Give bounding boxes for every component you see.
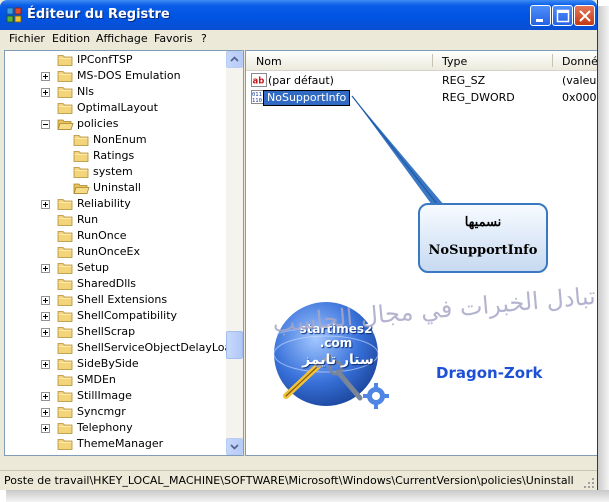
logo-arabic-text: ستار تايمز	[302, 352, 374, 368]
callout-english-text: NoSupportInfo	[428, 243, 538, 258]
annotation-callout: نسميها NoSupportInfo	[418, 203, 548, 273]
callout-arabic-text: نسميها	[464, 215, 502, 230]
watermark-author: Dragon-Zork	[436, 364, 543, 382]
logo-brand-domain: .com	[319, 336, 353, 350]
